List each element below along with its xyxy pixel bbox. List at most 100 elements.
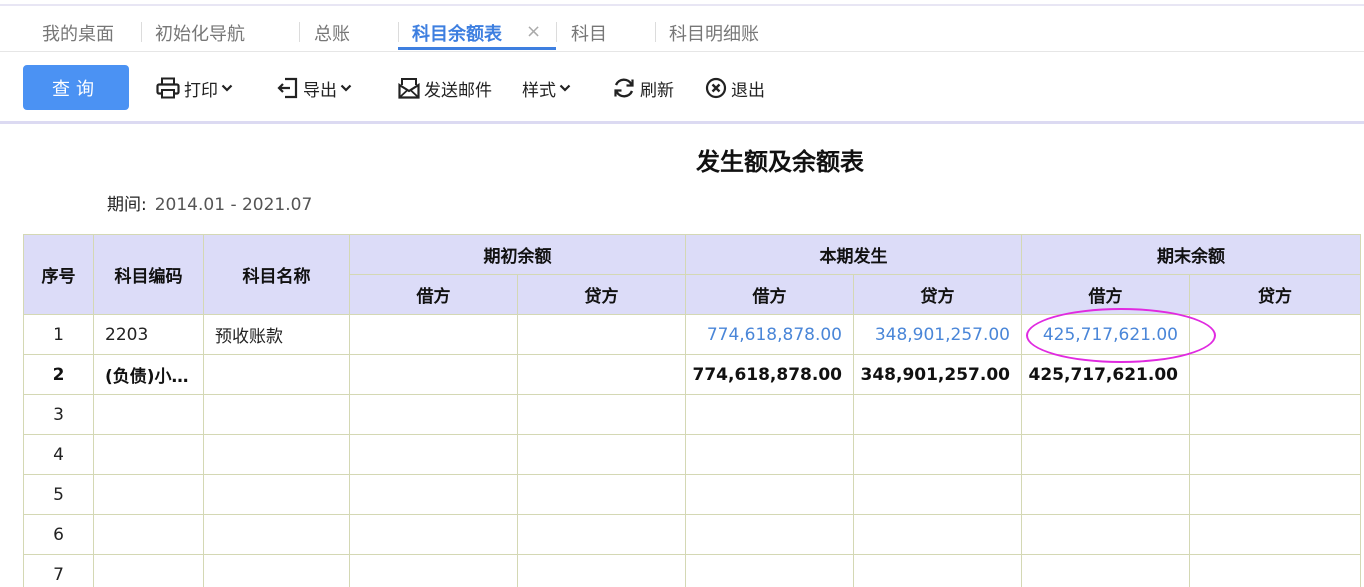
account-name <box>203 354 350 395</box>
empty-cell <box>685 394 854 435</box>
row-number: 7 <box>23 554 94 587</box>
print-button[interactable]: 打印 <box>156 74 233 102</box>
empty-cell <box>1189 394 1361 435</box>
current-debit-link[interactable]: 774,618,878.00 <box>685 314 854 355</box>
refresh-button[interactable]: 刷新 <box>612 74 674 102</box>
empty-cell <box>203 434 350 475</box>
chevron-down-icon <box>221 84 233 92</box>
refresh-label: 刷新 <box>640 80 674 101</box>
active-tab-indicator <box>398 47 556 50</box>
account-name: 预收账款 <box>203 314 350 355</box>
row-number: 2 <box>23 354 94 395</box>
empty-cell <box>1021 554 1190 587</box>
empty-cell <box>517 394 686 435</box>
print-label: 打印 <box>184 80 218 101</box>
empty-cell <box>93 434 204 475</box>
export-button[interactable]: 导出 <box>277 74 352 102</box>
empty-cell <box>349 514 518 555</box>
table-row[interactable]: 1 2203 预收账款 774,618,878.00 348,901,257.0… <box>23 314 1361 355</box>
exit-button[interactable]: 退出 <box>705 74 765 102</box>
header-code: 科目编码 <box>93 234 204 315</box>
empty-cell <box>853 394 1022 435</box>
empty-cell <box>1021 514 1190 555</box>
empty-cell <box>93 474 204 515</box>
header-closing-balance: 期末余额 <box>1021 234 1361 275</box>
header-current-credit: 贷方 <box>853 274 1022 315</box>
empty-cell <box>349 474 518 515</box>
tab-general-ledger[interactable]: 总账 <box>314 20 350 46</box>
opening-credit-cell <box>517 354 686 395</box>
empty-cell <box>93 514 204 555</box>
table-row: 5 <box>23 474 1361 515</box>
send-email-button[interactable]: 发送邮件 <box>398 74 492 102</box>
empty-cell <box>203 554 350 587</box>
empty-cell <box>1189 554 1361 587</box>
refresh-icon <box>614 78 634 98</box>
tab-init-nav[interactable]: 初始化导航 <box>155 20 245 46</box>
tab-separator <box>556 22 557 42</box>
tab-account-detail[interactable]: 科目明细账 <box>669 20 759 46</box>
empty-cell <box>685 554 854 587</box>
printer-icon <box>156 77 180 99</box>
header-name: 科目名称 <box>203 234 350 315</box>
style-button[interactable]: 样式 <box>522 74 571 102</box>
report-title: 发生额及余额表 <box>696 148 864 176</box>
opening-debit-cell <box>349 354 518 395</box>
close-icon[interactable]: × <box>526 21 541 42</box>
empty-cell <box>1021 394 1190 435</box>
empty-cell <box>203 394 350 435</box>
row-number: 6 <box>23 514 94 555</box>
empty-cell <box>203 474 350 515</box>
row-number: 4 <box>23 434 94 475</box>
tab-separator <box>141 22 142 42</box>
chevron-down-icon <box>559 84 571 92</box>
empty-cell <box>93 554 204 587</box>
empty-cell <box>1021 474 1190 515</box>
header-closing-credit: 贷方 <box>1189 274 1361 315</box>
closing-credit-cell <box>1189 314 1361 355</box>
current-debit-cell: 774,618,878.00 <box>685 354 854 395</box>
balance-table: 序号 科目编码 科目名称 期初余额 本期发生 期末余额 借方 贷方 借方 贷方 … <box>23 234 1361 587</box>
empty-cell <box>1189 474 1361 515</box>
row-number: 3 <box>23 394 94 435</box>
empty-cell <box>349 394 518 435</box>
tab-separator <box>655 22 656 42</box>
tab-desktop[interactable]: 我的桌面 <box>42 20 114 46</box>
empty-cell <box>349 554 518 587</box>
account-code: (负债)小… <box>93 354 204 395</box>
empty-cell <box>853 514 1022 555</box>
empty-cell <box>1189 434 1361 475</box>
tab-separator <box>299 22 300 42</box>
export-icon <box>277 77 298 99</box>
table-row: 4 <box>23 434 1361 475</box>
empty-cell <box>853 554 1022 587</box>
current-credit-link[interactable]: 348,901,257.00 <box>853 314 1022 355</box>
tab-account-balance[interactable]: 科目余额表 <box>412 20 502 46</box>
export-label: 导出 <box>303 80 337 101</box>
chevron-down-icon <box>340 84 352 92</box>
closing-debit-cell: 425,717,621.00 <box>1021 354 1190 395</box>
table-row: 6 <box>23 514 1361 555</box>
row-number: 1 <box>23 314 94 355</box>
period-value: 2014.01 - 2021.07 <box>154 195 313 215</box>
header-current-period: 本期发生 <box>685 234 1022 275</box>
table-row: 7 <box>23 554 1361 587</box>
send-email-label: 发送邮件 <box>424 80 492 101</box>
empty-cell <box>685 514 854 555</box>
tab-separator <box>398 22 399 42</box>
tab-accounts[interactable]: 科目 <box>571 20 607 46</box>
toolbar: 查询 打印 导出 发送邮件 样式 刷新 退出 <box>0 52 1364 124</box>
period-label: 期间: <box>107 195 147 215</box>
account-code: 2203 <box>93 314 204 355</box>
closing-debit-link[interactable]: 425,717,621.00 <box>1021 314 1190 355</box>
row-number: 5 <box>23 474 94 515</box>
empty-cell <box>517 474 686 515</box>
report-period: 期间: 2014.01 - 2021.07 <box>107 190 312 215</box>
table-row: 3 <box>23 394 1361 435</box>
opening-debit-cell <box>349 314 518 355</box>
query-button[interactable]: 查询 <box>23 65 129 110</box>
empty-cell <box>1021 434 1190 475</box>
empty-cell <box>1189 514 1361 555</box>
opening-credit-cell <box>517 314 686 355</box>
header-opening-balance: 期初余额 <box>349 234 686 275</box>
